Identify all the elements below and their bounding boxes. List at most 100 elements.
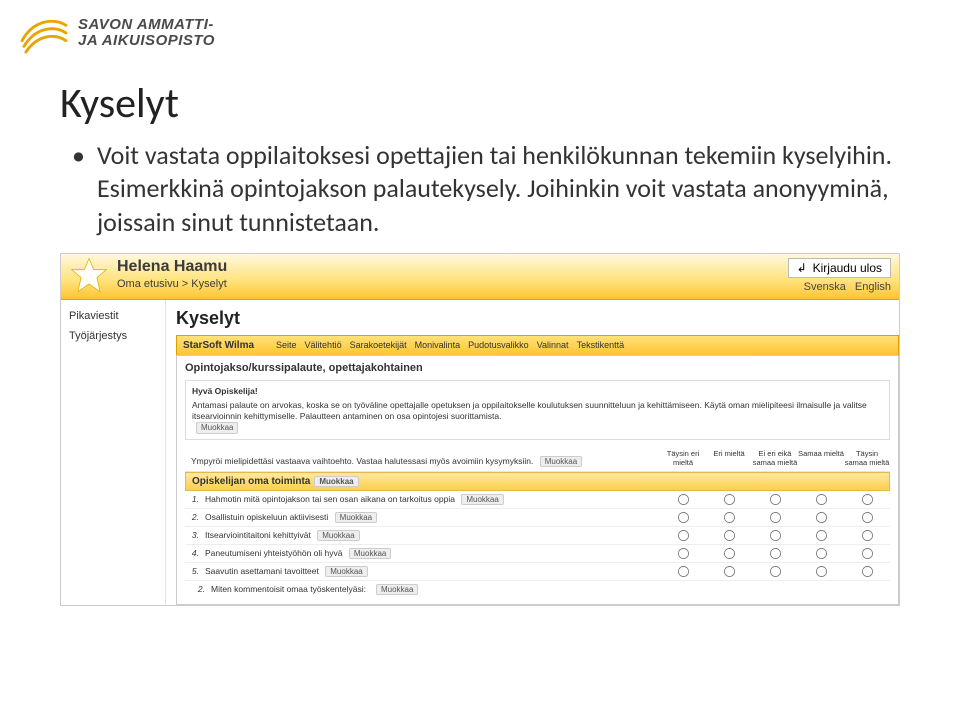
muokkaa-badge-section[interactable]: Muokkaa bbox=[314, 476, 358, 487]
greeting: Hyvä Opiskelija! bbox=[192, 386, 883, 397]
page-title: Kyselyt bbox=[0, 60, 960, 137]
q-radios bbox=[660, 547, 890, 560]
survey-panel: Opintojakso/kurssipalaute, opettajakohta… bbox=[176, 355, 899, 605]
app-screenshot: Helena Haamu Oma etusivu > Kyselyt ↲ Kir… bbox=[60, 253, 900, 606]
section-title: Opiskelijan oma toiminta Muokkaa bbox=[185, 472, 890, 491]
sidebar-item-pikaviestit[interactable]: Pikaviestit bbox=[69, 310, 157, 322]
question-row: 3.Itsearviointitaitoni kehittyivät Muokk… bbox=[185, 527, 890, 545]
q-radios bbox=[660, 493, 890, 506]
q-text: Hahmotin mitä opintojakson tai sen osan … bbox=[205, 494, 660, 505]
muokkaa-badge-q[interactable]: Muokkaa bbox=[461, 494, 503, 505]
radio-option[interactable] bbox=[861, 566, 872, 577]
description-text: Antamasi palaute on arvokas, koska se on… bbox=[192, 400, 883, 422]
star-icon bbox=[61, 254, 117, 299]
radio-option[interactable] bbox=[769, 548, 780, 559]
question-row: 5.Saavutin asettamani tavoitteet Muokkaa bbox=[185, 563, 890, 581]
logout-icon: ↲ bbox=[797, 261, 807, 275]
muokkaa-badge-q[interactable]: Muokkaa bbox=[325, 566, 367, 577]
question-list: 1.Hahmotin mitä opintojakson tai sen osa… bbox=[185, 491, 890, 581]
radio-option[interactable] bbox=[677, 512, 688, 523]
tab-3[interactable]: Monivalinta bbox=[415, 340, 461, 350]
radio-option[interactable] bbox=[815, 494, 826, 505]
radio-option[interactable] bbox=[815, 512, 826, 523]
radio-option[interactable] bbox=[861, 494, 872, 505]
radio-option[interactable] bbox=[861, 512, 872, 523]
radio-option[interactable] bbox=[769, 494, 780, 505]
logo-icon bbox=[20, 12, 68, 54]
scale-row: Ympyröi mielipidettäsi vastaava vaihtoeh… bbox=[185, 446, 890, 472]
panel-title: Opintojakso/kurssipalaute, opettajakohta… bbox=[185, 362, 890, 374]
lang-english[interactable]: English bbox=[855, 281, 891, 293]
main-content: Kyselyt StarSoft Wilma Seite Välitehtiö … bbox=[165, 300, 899, 605]
q-num: 5. bbox=[185, 566, 205, 576]
breadcrumb-current: Kyselyt bbox=[191, 278, 226, 290]
free-prompt: Miten kommentoisit omaa työskentelyäsi: bbox=[211, 584, 366, 594]
q-radios bbox=[660, 511, 890, 524]
radio-option[interactable] bbox=[677, 548, 688, 559]
description-box: Hyvä Opiskelija! Antamasi palaute on arv… bbox=[185, 380, 890, 441]
main-title: Kyselyt bbox=[176, 308, 899, 329]
tabs-bar: StarSoft Wilma Seite Välitehtiö Sarakoet… bbox=[176, 335, 899, 355]
muokkaa-badge[interactable]: Muokkaa bbox=[196, 422, 238, 434]
radio-option[interactable] bbox=[677, 494, 688, 505]
scale-h-2: Ei eri eikä samaa mieltä bbox=[752, 450, 798, 467]
logo-line1: SAVON AMMATTI- bbox=[78, 17, 215, 34]
tab-2[interactable]: Sarakoetekijät bbox=[350, 340, 407, 350]
logout-button[interactable]: ↲ Kirjaudu ulos bbox=[788, 258, 891, 278]
radio-option[interactable] bbox=[723, 530, 734, 541]
section-title-text: Opiskelijan oma toiminta bbox=[192, 476, 310, 487]
lang-svenska[interactable]: Svenska bbox=[804, 281, 846, 293]
q-radios bbox=[660, 529, 890, 542]
bullet-block: • Voit vastata oppilaitoksesi opettajien… bbox=[0, 137, 960, 249]
radio-option[interactable] bbox=[815, 548, 826, 559]
tab-4[interactable]: Pudotusvalikko bbox=[468, 340, 529, 350]
muokkaa-badge-q[interactable]: Muokkaa bbox=[335, 512, 377, 523]
sidebar: Pikaviestit Työjärjestys bbox=[61, 300, 165, 605]
free-num: 2. bbox=[185, 584, 205, 594]
q-text: Paneutumiseni yhteistyöhön oli hyvä Muok… bbox=[205, 548, 660, 559]
sidebar-item-tyojarjestys[interactable]: Työjärjestys bbox=[69, 330, 157, 342]
radio-option[interactable] bbox=[769, 512, 780, 523]
muokkaa-badge-q[interactable]: Muokkaa bbox=[349, 548, 391, 559]
bullet-text: Voit vastata oppilaitoksesi opettajien t… bbox=[97, 139, 910, 239]
radio-option[interactable] bbox=[769, 566, 780, 577]
logo-line2: JA AIKUISOPISTO bbox=[78, 33, 215, 50]
tab-0[interactable]: Seite bbox=[276, 340, 297, 350]
app-brand: StarSoft Wilma bbox=[183, 340, 254, 351]
radio-option[interactable] bbox=[861, 530, 872, 541]
tab-6[interactable]: Tekstikenttä bbox=[577, 340, 625, 350]
muokkaa-badge-2[interactable]: Muokkaa bbox=[540, 456, 582, 467]
scale-h-1: Eri mieltä bbox=[706, 450, 752, 467]
logo-text: SAVON AMMATTI- JA AIKUISOPISTO bbox=[78, 17, 215, 50]
breadcrumb-home[interactable]: Oma etusivu bbox=[117, 278, 179, 290]
q-num: 1. bbox=[185, 494, 205, 504]
radio-option[interactable] bbox=[723, 494, 734, 505]
radio-option[interactable] bbox=[677, 566, 688, 577]
question-row: 2.Osallistuin opiskeluun aktiivisesti Mu… bbox=[185, 509, 890, 527]
scale-h-0: Täysin eri mieltä bbox=[660, 450, 706, 467]
bullet-dot: • bbox=[72, 139, 85, 239]
breadcrumb-sep: > bbox=[179, 278, 192, 290]
q-text: Itsearviointitaitoni kehittyivät Muokkaa bbox=[205, 530, 660, 541]
scale-headers: Täysin eri mieltä Eri mieltä Ei eri eikä… bbox=[660, 450, 890, 467]
muokkaa-badge-free[interactable]: Muokkaa bbox=[376, 584, 418, 595]
radio-option[interactable] bbox=[769, 530, 780, 541]
user-name: Helena Haamu bbox=[117, 258, 772, 276]
q-num: 2. bbox=[185, 512, 205, 522]
muokkaa-badge-q[interactable]: Muokkaa bbox=[317, 530, 359, 541]
q-num: 3. bbox=[185, 530, 205, 540]
tab-5[interactable]: Valinnat bbox=[537, 340, 569, 350]
radio-option[interactable] bbox=[723, 566, 734, 577]
radio-option[interactable] bbox=[723, 548, 734, 559]
slide-header: SAVON AMMATTI- JA AIKUISOPISTO bbox=[0, 0, 960, 60]
q-text: Osallistuin opiskeluun aktiivisesti Muok… bbox=[205, 512, 660, 523]
tab-1[interactable]: Välitehtiö bbox=[305, 340, 342, 350]
radio-option[interactable] bbox=[677, 530, 688, 541]
radio-option[interactable] bbox=[815, 530, 826, 541]
topbar-right: ↲ Kirjaudu ulos Svenska English bbox=[780, 254, 899, 299]
q-text: Saavutin asettamani tavoitteet Muokkaa bbox=[205, 566, 660, 577]
language-links: Svenska English bbox=[798, 281, 891, 293]
radio-option[interactable] bbox=[723, 512, 734, 523]
radio-option[interactable] bbox=[861, 548, 872, 559]
radio-option[interactable] bbox=[815, 566, 826, 577]
